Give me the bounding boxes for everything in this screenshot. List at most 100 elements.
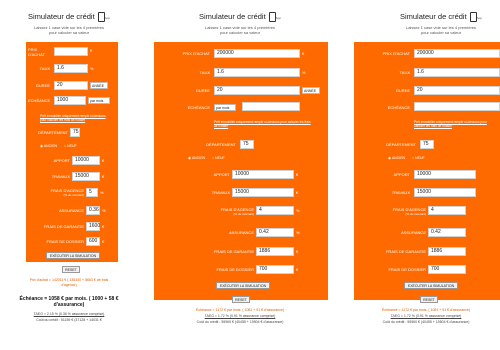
select-echeance-unit[interactable]: par mois: [214, 104, 236, 111]
label-echeance: ECHÉANCE: [387, 105, 410, 110]
unit-percent: %: [302, 70, 306, 75]
simulate-button[interactable]: EXÉCUTER LA SIMULATION: [216, 282, 270, 289]
app-title: Simulateur de crédit: [27, 12, 95, 21]
label-travaux: TRAVAUX: [51, 174, 70, 179]
unit-euro: €: [302, 51, 305, 56]
label-apport: APPORT: [213, 172, 230, 177]
input-echeance[interactable]: 1000: [54, 96, 86, 105]
label-echeance: ECHÉANCE: [187, 105, 210, 110]
unit-euro: €: [102, 239, 105, 244]
input-departement[interactable]: 75: [420, 140, 434, 149]
reset-button[interactable]: RESET: [420, 296, 438, 303]
label-echeance: ECHÉANCE: [28, 98, 51, 103]
phone-icon: [97, 12, 105, 23]
input-prix[interactable]: 200000: [414, 49, 500, 58]
input-frais-dossier[interactable]: 600: [86, 237, 100, 246]
result-teg[interactable]: TAEG = 1.72 % (0.91 % assurance comprise…: [352, 314, 500, 319]
label-prix: PRIX D'ACHAT: [28, 47, 45, 57]
info-note[interactable]: Prêt immobilier uniquement remplir ci-de…: [214, 120, 314, 128]
input-travaux[interactable]: 15000: [232, 188, 294, 197]
input-assurance[interactable]: 0.42: [256, 228, 294, 237]
screen-3: Simulateur de crédit App Laissez 1 case v…: [352, 0, 500, 350]
label-apport: APPORT: [53, 158, 70, 163]
result-cost: Coût du crédit : 59960 € (40455 + 19504 …: [196, 320, 284, 324]
phone-icon: [469, 12, 477, 23]
input-travaux[interactable]: 15000: [72, 172, 100, 181]
form-card: PRIX D'ACHAT 200000 € TAUX 1.6 % DUREE 2…: [154, 42, 328, 300]
input-echeance[interactable]: [414, 102, 500, 111]
input-departement[interactable]: 75: [240, 140, 254, 149]
input-assurance[interactable]: 0.42: [428, 228, 466, 237]
simulate-button[interactable]: EXÉCUTER LA SIMULATION: [46, 252, 100, 259]
input-frais-dossier[interactable]: 700: [256, 265, 294, 274]
input-prix[interactable]: 200000: [214, 49, 300, 58]
label-frais-dossier: FRAIS DE DOSSIER: [388, 267, 426, 272]
label-duree: DUREE: [195, 88, 210, 93]
unit-euro: €: [102, 224, 105, 229]
screen-2: Simulateur de crédit App Laissez 1 case v…: [150, 0, 330, 350]
unit-euro: €: [296, 267, 299, 272]
input-assurance[interactable]: 0.36: [86, 206, 100, 215]
simulate-button[interactable]: EXÉCUTER LA SIMULATION: [404, 282, 458, 289]
app-badge: App: [476, 16, 483, 20]
input-duree[interactable]: 20: [414, 86, 500, 95]
input-apport[interactable]: 10000: [72, 156, 100, 165]
input-duree[interactable]: 20: [214, 86, 300, 95]
input-taux[interactable]: 1.6: [54, 64, 88, 73]
label-apport: APPORT: [393, 172, 410, 177]
input-apport[interactable]: 10000: [414, 170, 476, 179]
radio-neuf[interactable]: ○ NEUF: [212, 156, 225, 160]
input-frais-garantie[interactable]: 1886: [428, 247, 466, 256]
unit-percent: %: [102, 208, 106, 213]
select-duree-unit[interactable]: ANNÉE: [90, 82, 108, 89]
label-prix: PRIX D'ACHAT: [182, 51, 210, 56]
result-line: Prix d'achat = 142011 € ( 135340 + 8663 …: [29, 278, 109, 287]
radio-ancien[interactable]: ◉ ANCIEN: [40, 144, 57, 148]
input-taux[interactable]: 1.6: [214, 68, 300, 77]
result-cost: Coût du crédit : 51159 € (37128 + 14031 …: [36, 318, 102, 322]
app-header: Simulateur de crédit App Laissez 1 case v…: [0, 12, 138, 35]
label-frais-dossier: FRAIS DE DOSSIER: [46, 239, 84, 244]
select-echeance-unit[interactable]: par mois: [88, 97, 110, 104]
phone-icon: [268, 12, 276, 23]
input-frais-garantie[interactable]: 1886: [256, 247, 294, 256]
app-badge: App: [275, 16, 282, 20]
app-title: Simulateur de crédit: [399, 12, 467, 21]
label-frais-agence-sub: (% du montant): [63, 193, 84, 197]
input-travaux[interactable]: 15000: [414, 188, 476, 197]
reset-button[interactable]: RESET: [62, 266, 80, 273]
label-frais-agence-sub: (% du montant): [405, 212, 426, 216]
label-prix: PRIX D'ACHAT: [382, 51, 410, 56]
radio-neuf[interactable]: ○ NEUF: [64, 144, 77, 148]
radio-ancien[interactable]: ◉ ANCIEN: [188, 156, 205, 160]
input-frais-agence[interactable]: 4: [428, 206, 466, 215]
label-travaux: TRAVAUX: [391, 190, 410, 195]
input-frais-dossier[interactable]: 700: [428, 265, 466, 274]
form-card: PRIX D'ACHAT 200000 TAUX 1.6 DUREE 20 EC…: [354, 42, 500, 300]
unit-percent: %: [296, 208, 300, 213]
label-departement: DÉPARTEMENT: [386, 142, 416, 147]
reset-button[interactable]: RESET: [232, 296, 250, 303]
input-apport[interactable]: 10000: [232, 170, 294, 179]
input-duree[interactable]: 20: [54, 81, 88, 90]
info-note[interactable]: Prêt immobilier uniquement remplir ci-de…: [414, 120, 498, 128]
input-echeance[interactable]: [242, 102, 300, 111]
unit-percent: %: [100, 190, 104, 195]
select-duree-unit[interactable]: ANNÉE: [302, 87, 320, 94]
result-teg[interactable]: TAEG = 2.15 % (0.36 % assurance comprise…: [0, 312, 138, 317]
unit-euro: €: [296, 190, 299, 195]
result-teg[interactable]: TAEG = 1.72 % (0.91 % assurance comprise…: [150, 314, 330, 319]
label-frais-agence-sub: (% du montant): [233, 212, 254, 216]
unit-euro: €: [296, 172, 299, 177]
radio-neuf[interactable]: ○ NEUF: [412, 156, 425, 160]
input-frais-agence[interactable]: 4: [256, 206, 294, 215]
input-prix[interactable]: [54, 47, 88, 56]
input-frais-agence[interactable]: 5: [86, 188, 98, 197]
label-frais-garantie: FRAIS DE GARANTIE: [385, 249, 426, 254]
input-taux[interactable]: 1.6: [414, 68, 500, 77]
radio-ancien[interactable]: ◉ ANCIEN: [388, 156, 405, 160]
info-note[interactable]: Prêt immobilier uniquement remplir ci-de…: [40, 114, 106, 122]
input-frais-garantie[interactable]: 1600: [86, 222, 100, 231]
input-departement[interactable]: 75: [70, 128, 80, 137]
unit-percent: %: [296, 230, 300, 235]
